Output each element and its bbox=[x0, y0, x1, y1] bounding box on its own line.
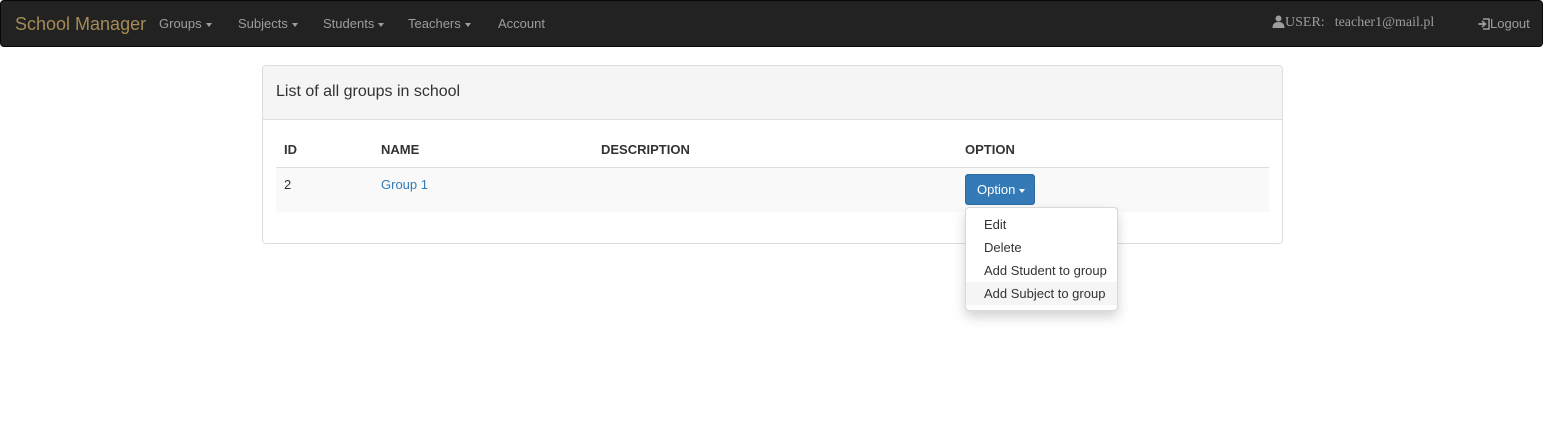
caret-down-icon bbox=[464, 22, 471, 27]
nav-teachers-label: Teachers bbox=[408, 16, 461, 31]
panel-heading: List of all groups in school bbox=[263, 66, 1282, 120]
nav-groups-label: Groups bbox=[159, 16, 202, 31]
cell-description bbox=[593, 167, 957, 212]
column-header-id: ID bbox=[276, 136, 373, 168]
column-header-description: DESCRIPTION bbox=[593, 136, 957, 168]
caret-down-icon bbox=[291, 22, 298, 27]
option-button-label: Option bbox=[977, 182, 1016, 197]
nav-account-label: Account bbox=[498, 16, 545, 31]
nav-students-dropdown[interactable]: Students bbox=[323, 16, 385, 31]
user-icon bbox=[1272, 15, 1285, 31]
menu-item-add-student[interactable]: Add Student to group bbox=[966, 259, 1117, 282]
column-header-name: NAME bbox=[373, 136, 593, 168]
nav-subjects-dropdown[interactable]: Subjects bbox=[238, 16, 298, 31]
groups-table: ID NAME DESCRIPTION OPTION 2 Group 1 bbox=[276, 136, 1269, 212]
menu-item-edit[interactable]: Edit bbox=[966, 213, 1117, 236]
caret-down-icon bbox=[1019, 188, 1026, 193]
top-navbar: School Manager Groups Subjects Students … bbox=[0, 0, 1543, 47]
option-dropdown-button[interactable]: Option bbox=[965, 174, 1035, 205]
caret-down-icon bbox=[378, 22, 385, 27]
logout-link[interactable]: Logout bbox=[1478, 16, 1530, 33]
nav-teachers-dropdown[interactable]: Teachers bbox=[408, 16, 471, 31]
brand-link[interactable]: School Manager bbox=[15, 14, 146, 35]
option-dropdown-menu: Edit Delete Add Student to group Add Sub… bbox=[965, 207, 1118, 311]
user-info: USER: teacher1@mail.pl bbox=[1272, 14, 1434, 31]
cell-name: Group 1 bbox=[373, 167, 593, 212]
table-header-row: ID NAME DESCRIPTION OPTION bbox=[276, 136, 1269, 168]
logout-label: Logout bbox=[1490, 16, 1530, 31]
caret-down-icon bbox=[205, 22, 212, 27]
logout-icon bbox=[1478, 18, 1490, 33]
panel-title: List of all groups in school bbox=[276, 83, 461, 100]
user-label: USER: bbox=[1285, 15, 1325, 30]
user-email: teacher1@mail.pl bbox=[1334, 15, 1435, 30]
nav-subjects-label: Subjects bbox=[238, 16, 288, 31]
cell-id: 2 bbox=[276, 167, 373, 212]
column-header-option: OPTION bbox=[957, 136, 1269, 168]
menu-item-add-subject[interactable]: Add Subject to group bbox=[966, 282, 1117, 305]
menu-item-delete[interactable]: Delete bbox=[966, 236, 1117, 259]
group-name-link[interactable]: Group 1 bbox=[381, 177, 428, 192]
nav-students-label: Students bbox=[323, 16, 375, 31]
groups-panel: List of all groups in school ID NAME DES… bbox=[262, 65, 1283, 244]
nav-groups-dropdown[interactable]: Groups bbox=[159, 16, 212, 31]
table-row: 2 Group 1 bbox=[276, 167, 1269, 212]
nav-account-link[interactable]: Account bbox=[498, 16, 545, 31]
